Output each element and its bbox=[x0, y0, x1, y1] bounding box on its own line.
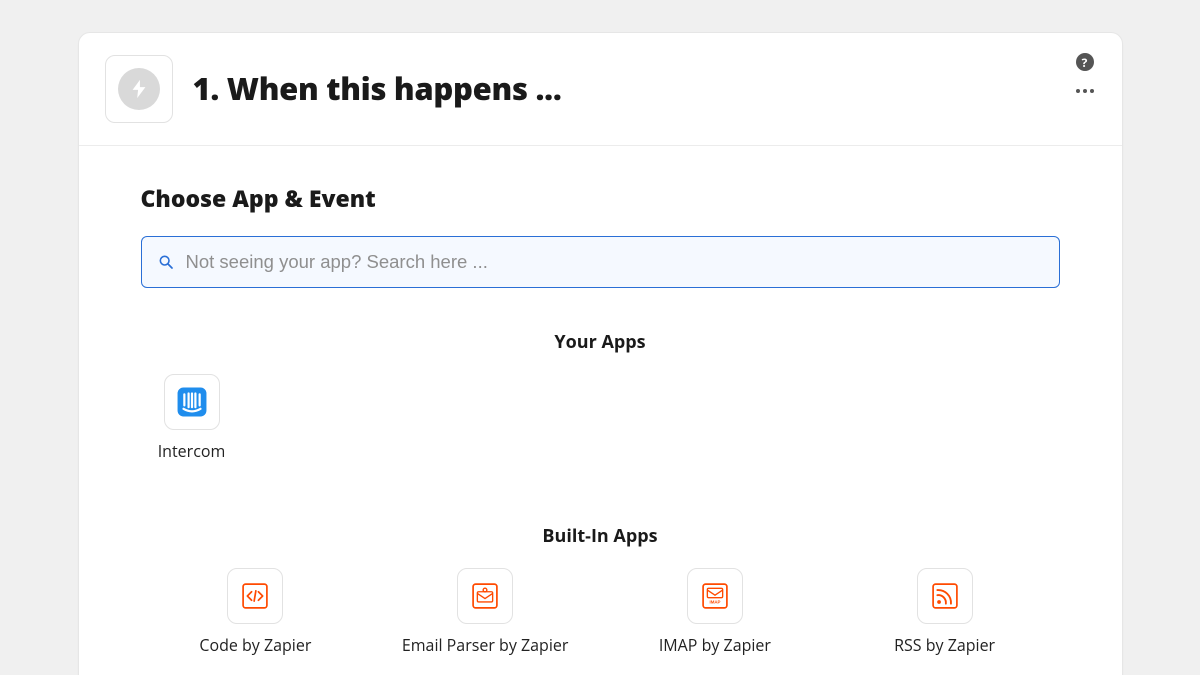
header-actions: ? bbox=[1072, 53, 1098, 97]
step-header: 1. When this happens ... ? bbox=[79, 33, 1122, 146]
your-apps-title: Your Apps bbox=[141, 330, 1060, 354]
step-title: 1. When this happens ... bbox=[193, 68, 562, 110]
app-label: Email Parser by Zapier bbox=[402, 634, 569, 656]
trigger-icon-container bbox=[105, 55, 173, 123]
your-apps-grid: Intercom bbox=[141, 368, 1060, 468]
lightning-icon bbox=[118, 68, 160, 110]
app-label: IMAP by Zapier bbox=[659, 634, 771, 656]
step-body: Choose App & Event Your Apps bbox=[79, 146, 1122, 675]
more-icon[interactable] bbox=[1072, 85, 1098, 97]
search-icon bbox=[158, 254, 174, 270]
trigger-step-card: 1. When this happens ... ? Choose App & … bbox=[78, 32, 1123, 675]
app-item-rss[interactable]: RSS by Zapier bbox=[830, 562, 1060, 662]
app-item-code[interactable]: Code by Zapier bbox=[141, 562, 371, 662]
app-item-intercom[interactable]: Intercom bbox=[147, 368, 237, 468]
app-label: RSS by Zapier bbox=[894, 634, 995, 656]
rss-icon bbox=[917, 568, 973, 624]
help-icon[interactable]: ? bbox=[1076, 53, 1094, 71]
builtin-apps-title: Built-In Apps bbox=[141, 524, 1060, 548]
svg-text:IMAP: IMAP bbox=[709, 600, 720, 605]
intercom-icon bbox=[164, 374, 220, 430]
code-icon bbox=[227, 568, 283, 624]
app-label: Intercom bbox=[158, 440, 226, 462]
app-item-imap[interactable]: IMAP IMAP by Zapier bbox=[600, 562, 830, 662]
email-parser-icon bbox=[457, 568, 513, 624]
builtin-apps-grid: Code by Zapier Email Parser by Zapier bbox=[141, 562, 1060, 662]
app-label: Code by Zapier bbox=[199, 634, 311, 656]
search-input[interactable] bbox=[186, 251, 1043, 273]
imap-icon: IMAP bbox=[687, 568, 743, 624]
choose-app-heading: Choose App & Event bbox=[141, 182, 1060, 214]
app-search[interactable] bbox=[141, 236, 1060, 288]
app-item-email-parser[interactable]: Email Parser by Zapier bbox=[370, 562, 600, 662]
